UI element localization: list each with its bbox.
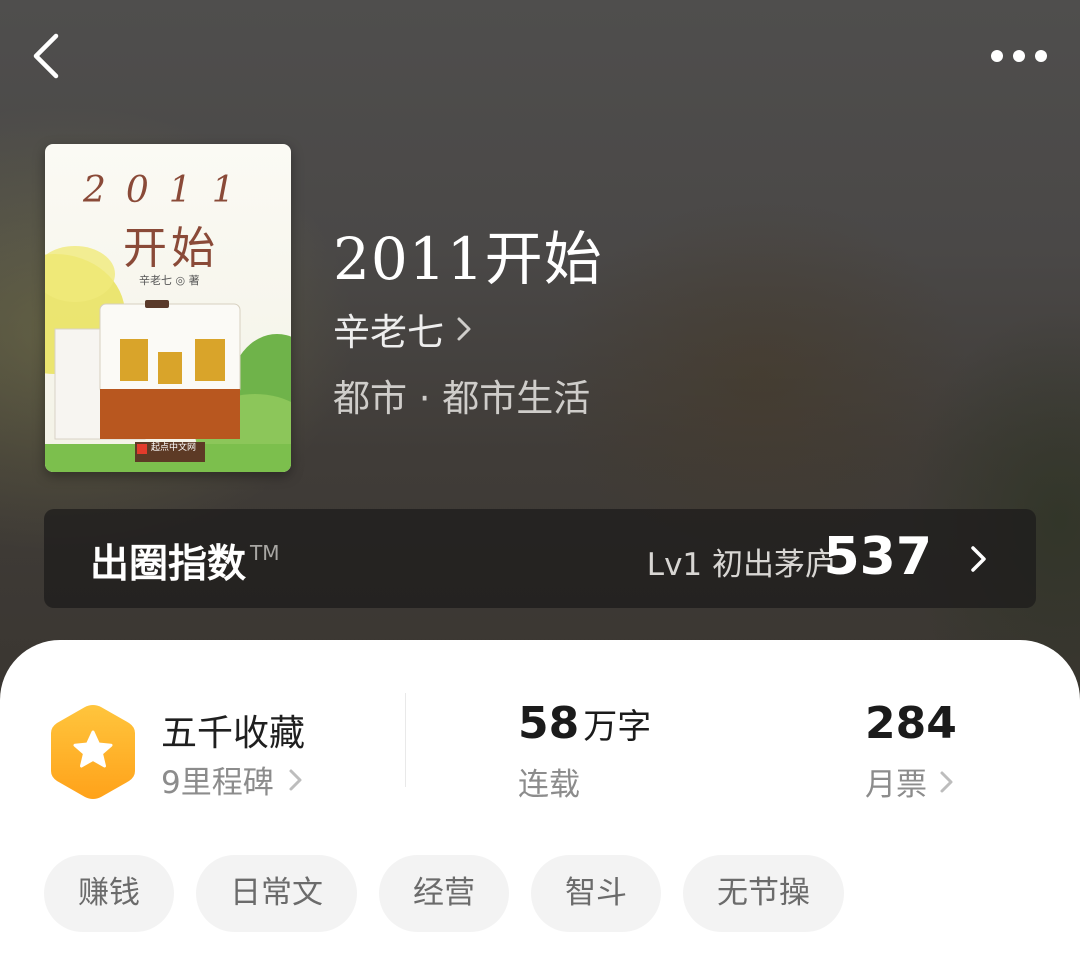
back-button[interactable] (22, 28, 78, 84)
monthly-ticket-number: 284 (865, 698, 957, 749)
monthly-ticket-stat[interactable]: 284 月票 (865, 698, 1045, 804)
more-button[interactable] (980, 30, 1060, 82)
cover-title-digits: 2011 (83, 170, 255, 211)
cover-author-line: 辛老七 ◎ 著 (139, 274, 200, 287)
author-link[interactable]: 辛老七 (333, 302, 472, 356)
chevron-right-icon (457, 317, 471, 341)
book-cover[interactable]: 2011 开始 辛老七 ◎ 著 起点中文网 (45, 144, 291, 472)
word-count-unit: 万字 (583, 707, 652, 747)
milestone-stat[interactable]: 五千收藏 9里程碑 (48, 702, 428, 802)
tag-list: 赚钱 日常文 经营 智斗 无节操 (44, 855, 844, 932)
influence-index-bar[interactable]: 出圈指数 TM Lv1 初出茅庐 537 (44, 509, 1036, 608)
tag-chip[interactable]: 经营 (379, 855, 509, 932)
monthly-ticket-label-row: 月票 (865, 759, 1045, 804)
chevron-right-icon (289, 769, 302, 790)
word-count-row: 58 万字 (518, 698, 718, 749)
author-name: 辛老七 (333, 311, 444, 354)
book-category[interactable]: 都市 · 都市生活 (333, 368, 590, 422)
tag-chip[interactable]: 赚钱 (44, 855, 174, 932)
cover-title-chars: 开始 (123, 223, 219, 274)
influence-level: Lv1 初出茅庐 (646, 547, 836, 583)
trademark-mark: TM (250, 541, 280, 565)
influence-index-title: 出圈指数 (90, 542, 247, 587)
milestone-title: 五千收藏 (161, 713, 306, 754)
chevron-right-icon (940, 771, 953, 792)
stat-divider (405, 693, 406, 787)
star-hexagon-icon (51, 705, 135, 799)
word-count-stat: 58 万字 连载 (518, 698, 718, 804)
milestone-subtitle: 9里程碑 (161, 765, 274, 801)
book-header-background: 2011 开始 辛老七 ◎ 著 起点中文网 2011开始 辛老七 都市 · 都市… (0, 0, 1080, 700)
tag-chip[interactable]: 无节操 (683, 855, 844, 932)
monthly-ticket-label: 月票 (865, 767, 927, 803)
more-horizontal-icon (991, 50, 1047, 62)
chevron-right-icon (971, 546, 986, 572)
influence-score: 537 (823, 527, 932, 587)
word-count-number: 58 (518, 698, 580, 749)
book-stats-sheet: 五千收藏 9里程碑 58 万字 连载 284 月票 赚钱 日常文 经营 智斗 无… (0, 640, 1080, 968)
book-title: 2011开始 (333, 225, 603, 293)
milestone-subtitle-row: 9里程碑 (161, 757, 304, 802)
tag-chip[interactable]: 智斗 (531, 855, 661, 932)
tag-chip[interactable]: 日常文 (196, 855, 357, 932)
serial-status: 连载 (518, 767, 580, 803)
chevron-left-icon (33, 33, 59, 79)
cover-publisher-mark: 起点中文网 (151, 443, 197, 453)
